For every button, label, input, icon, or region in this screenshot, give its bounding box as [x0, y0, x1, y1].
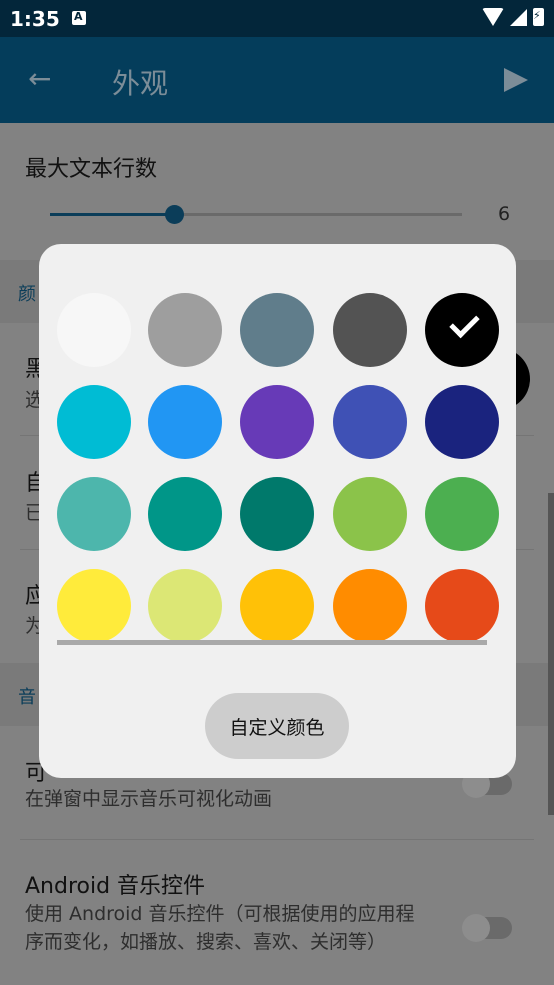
color-swatch-teal[interactable] — [148, 477, 222, 551]
color-swatch-grey[interactable] — [148, 293, 222, 367]
color-swatch-yellow[interactable] — [57, 569, 131, 643]
page-title: 外观 — [112, 67, 169, 100]
color-swatch-navy[interactable] — [425, 385, 499, 459]
notification-a-icon — [72, 10, 86, 25]
slider-fill — [50, 213, 174, 216]
app-bar: ← 外观 — [0, 37, 554, 123]
color-swatch-blue[interactable] — [148, 385, 222, 459]
battery-charging-icon — [533, 8, 544, 26]
status-bar: 1:35 — [0, 0, 554, 37]
swatch-row-4 — [39, 569, 516, 643]
slider-thumb[interactable] — [164, 205, 184, 224]
scrollbar[interactable] — [548, 493, 554, 815]
visualizer-summary: 在弹窗中显示音乐可视化动画 — [25, 788, 273, 810]
swatch-row-3 — [39, 477, 516, 551]
color-swatch-lime[interactable] — [148, 569, 222, 643]
play-icon[interactable] — [504, 68, 528, 92]
max-lines-title: 最大文本行数 — [25, 157, 158, 182]
color-swatch-teal-light[interactable] — [57, 477, 131, 551]
android-controls-title: Android 音乐控件 — [25, 874, 206, 899]
custom-color-button[interactable]: 自定义颜色 — [205, 693, 349, 759]
section-color-label: 颜 — [18, 284, 36, 305]
color-picker-dialog: 自定义颜色 — [39, 244, 516, 778]
color-swatch-orange[interactable] — [333, 569, 407, 643]
color-swatch-deep-purple[interactable] — [240, 385, 314, 459]
color-swatch-teal-dark[interactable] — [240, 477, 314, 551]
section-music-label: 音 — [18, 687, 36, 708]
swatch-row-2 — [39, 385, 516, 459]
swatch-row-1 — [39, 293, 516, 367]
signal-icon — [510, 8, 527, 26]
color-swatch-green[interactable] — [425, 477, 499, 551]
color-swatch-light-green[interactable] — [333, 477, 407, 551]
color-swatch-blue-grey[interactable] — [240, 293, 314, 367]
status-time: 1:35 — [10, 7, 60, 31]
max-lines-value: 6 — [498, 203, 511, 225]
android-controls-summary: 使用 Android 音乐控件（可根据使用的应用程序而变化，如播放、搜索、喜欢、… — [25, 903, 415, 953]
color-swatch-cyan[interactable] — [57, 385, 131, 459]
horizontal-scrollbar[interactable] — [57, 640, 487, 645]
color-swatch-deep-orange[interactable] — [425, 569, 499, 643]
color-swatch-amber[interactable] — [240, 569, 314, 643]
system-icons — [482, 8, 544, 26]
back-arrow-icon[interactable]: ← — [28, 64, 58, 94]
divider — [20, 839, 534, 840]
color-swatch-black[interactable] — [425, 293, 499, 367]
color-swatch-white[interactable] — [57, 293, 131, 367]
color-swatch-indigo[interactable] — [333, 385, 407, 459]
wifi-icon — [482, 8, 504, 26]
color-swatch-dark-grey[interactable] — [333, 293, 407, 367]
android-controls-toggle[interactable] — [462, 914, 512, 942]
max-lines-slider[interactable] — [50, 205, 462, 224]
